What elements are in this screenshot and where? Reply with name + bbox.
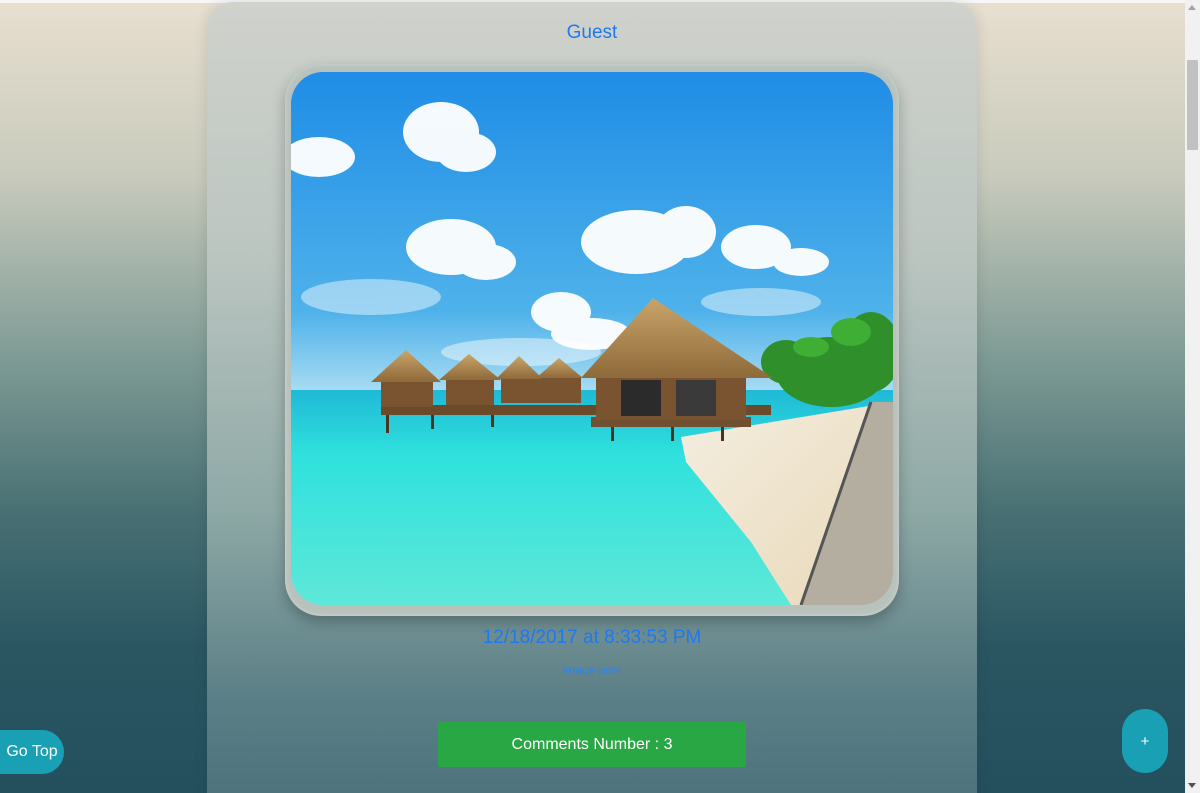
comments-count-button[interactable]: Comments Number : 3 [438, 722, 746, 767]
post-author[interactable]: Guest [207, 22, 977, 44]
scrollbar-thumb[interactable] [1187, 60, 1198, 150]
scroll-up-arrow-icon[interactable] [1188, 5, 1196, 10]
add-post-button[interactable]: + [1122, 709, 1168, 773]
post-image[interactable] [291, 72, 893, 605]
post-type-label: image post [562, 663, 622, 677]
scroll-down-arrow-icon[interactable] [1188, 783, 1196, 788]
vertical-scrollbar[interactable] [1185, 0, 1200, 793]
post-card: Guest 12/18/2017 at 8:33:53 PM image pos… [207, 2, 977, 793]
post-image-frame [285, 64, 899, 616]
post-date: 12/18/2017 at 8:33:53 PM [482, 627, 702, 648]
go-top-button[interactable]: Go Top [0, 730, 64, 774]
